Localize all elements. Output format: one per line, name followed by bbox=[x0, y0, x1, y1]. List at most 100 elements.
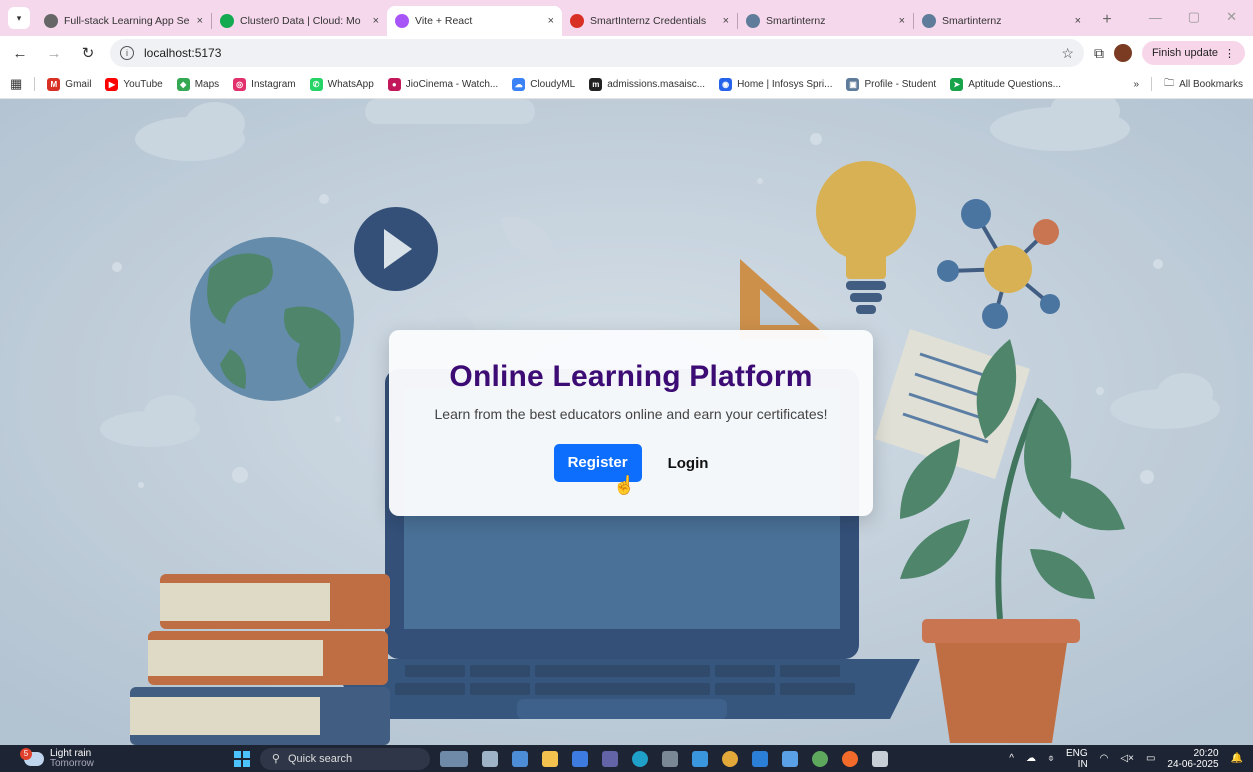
taskbar-search[interactable]: ⚲ Quick search bbox=[259, 747, 430, 770]
bookmark-star-icon[interactable]: ☆ bbox=[1061, 45, 1074, 62]
bookmark-item[interactable]: ◆ Maps bbox=[176, 77, 219, 91]
tab-search-button[interactable]: ▾ bbox=[8, 7, 30, 29]
apps-grid-icon[interactable]: ▦ bbox=[10, 76, 22, 92]
clock[interactable]: 20:20 24-06-2025 bbox=[1167, 748, 1218, 770]
tab-strip: ▾ Full-stack Learning App Se × Cluster0 Da… bbox=[0, 0, 1253, 36]
bookmark-label: WhatsApp bbox=[327, 78, 374, 90]
bookmark-label: Profile - Student bbox=[864, 78, 937, 90]
bookmark-item[interactable]: m admissions.masaisc... bbox=[589, 77, 706, 91]
extensions-icon[interactable]: ⧉ bbox=[1094, 45, 1104, 62]
calculator-icon[interactable] bbox=[661, 750, 678, 767]
finish-update-label: Finish update bbox=[1151, 47, 1218, 59]
task-view-icon[interactable] bbox=[481, 750, 498, 767]
tab-1[interactable]: Cluster0 Data | Cloud: Mo × bbox=[212, 6, 387, 36]
bookmark-label: Aptitude Questions... bbox=[968, 78, 1062, 90]
edge-icon[interactable] bbox=[631, 750, 648, 767]
all-bookmarks-button[interactable]: 🗀 All Bookmarks bbox=[1164, 76, 1243, 93]
bookmark-label: Instagram bbox=[251, 78, 296, 90]
tabs: Full-stack Learning App Se × Cluster0 Data… bbox=[36, 6, 1089, 36]
battery-icon[interactable]: ▭ bbox=[1146, 753, 1155, 764]
bookmark-item[interactable]: ◉ Home | Infosys Spri... bbox=[719, 77, 832, 91]
close-tab-icon[interactable]: × bbox=[899, 15, 905, 27]
reload-icon: ↻ bbox=[81, 45, 95, 62]
close-tab-icon[interactable]: × bbox=[197, 15, 203, 27]
finish-update-button[interactable]: Finish update ⋮ bbox=[1141, 41, 1245, 65]
system-tray: ^ ☁ ⌽ ENG IN ◠ ◁× ▭ 20:20 24-06-2025 🔔 bbox=[1009, 748, 1253, 770]
bookmark-label: admissions.masaisc... bbox=[607, 78, 706, 90]
forward-button[interactable]: → bbox=[42, 41, 66, 65]
vscode-icon[interactable] bbox=[751, 750, 768, 767]
folder-icon: 🗀 bbox=[1164, 77, 1175, 89]
minimize-icon[interactable]: — bbox=[1149, 10, 1162, 25]
browser-chrome: ▾ Full-stack Learning App Se × Cluster0 Da… bbox=[0, 0, 1253, 99]
tab-title: Smartinternz bbox=[766, 15, 826, 27]
close-window-icon[interactable]: ✕ bbox=[1226, 9, 1237, 25]
maximize-icon[interactable]: ▢ bbox=[1188, 9, 1200, 25]
copilot-icon[interactable] bbox=[511, 750, 528, 767]
volume-icon[interactable]: ◁× bbox=[1120, 753, 1134, 764]
lang-code: ENG bbox=[1066, 747, 1088, 759]
reload-button[interactable]: ↻ bbox=[76, 41, 100, 65]
back-button[interactable]: ← bbox=[8, 41, 32, 65]
bookmark-item[interactable]: ▣ Profile - Student bbox=[846, 77, 937, 91]
bookmark-item[interactable]: ☁ CloudyML bbox=[512, 77, 575, 91]
tab-3[interactable]: SmartInternz Credentials × bbox=[562, 6, 737, 36]
url-text[interactable]: localhost:5173 bbox=[144, 46, 221, 60]
chevron-up-icon[interactable]: ^ bbox=[1009, 753, 1014, 764]
globe-icon bbox=[44, 14, 58, 28]
gmail-icon: M bbox=[47, 77, 61, 91]
bookmark-list: M Gmail ▶ YouTube ◆ Maps ◎ Instagram ✆ WhatsApp ● J… bbox=[47, 77, 1062, 91]
search-placeholder: Quick search bbox=[287, 752, 353, 765]
close-tab-icon[interactable]: × bbox=[723, 15, 729, 27]
aptitude-icon: ➤ bbox=[950, 77, 964, 91]
instagram-icon: ◎ bbox=[233, 77, 247, 91]
bookmarks-overflow-button[interactable]: » bbox=[1134, 79, 1140, 90]
store-icon[interactable] bbox=[571, 750, 588, 767]
teams-icon[interactable] bbox=[601, 750, 618, 767]
microphone-icon[interactable]: ⌽ bbox=[1048, 753, 1054, 764]
weather-condition: Light rain bbox=[50, 747, 92, 759]
file-explorer-icon[interactable] bbox=[541, 750, 558, 767]
chrome-alt-icon[interactable] bbox=[811, 750, 828, 767]
bookmark-item[interactable]: ▶ YouTube bbox=[105, 77, 163, 91]
tab-2[interactable]: Vite + React × bbox=[387, 6, 562, 36]
bookmark-item[interactable]: ➤ Aptitude Questions... bbox=[950, 77, 1062, 91]
close-tab-icon[interactable]: × bbox=[373, 15, 379, 27]
new-tab-button[interactable]: + bbox=[1095, 8, 1119, 32]
bookmark-label: JioCinema - Watch... bbox=[405, 78, 499, 90]
tab-5[interactable]: Smartinternz × bbox=[914, 6, 1089, 36]
widgets-icon[interactable] bbox=[439, 750, 468, 767]
notepad-icon[interactable] bbox=[781, 750, 798, 767]
bookmark-item[interactable]: M Gmail bbox=[47, 77, 91, 91]
snipping-tool-icon[interactable] bbox=[871, 750, 888, 767]
brave-icon[interactable] bbox=[841, 750, 858, 767]
bookmark-label: YouTube bbox=[123, 78, 163, 90]
whatsapp-icon: ✆ bbox=[309, 77, 323, 91]
login-button[interactable]: Login bbox=[668, 455, 709, 472]
weather-widget[interactable]: 5 Light rain Tomorrow bbox=[20, 747, 94, 769]
start-button[interactable] bbox=[233, 750, 250, 767]
address-bar[interactable]: i localhost:5173 ☆ bbox=[110, 39, 1084, 67]
tab-4[interactable]: Smartinternz × bbox=[738, 6, 913, 36]
site-info-icon[interactable]: i bbox=[120, 46, 134, 60]
tab-title: SmartInternz Credentials bbox=[590, 15, 707, 27]
chrome-icon[interactable] bbox=[721, 750, 738, 767]
language-indicator[interactable]: ENG IN bbox=[1066, 748, 1088, 770]
tab-0[interactable]: Full-stack Learning App Se × bbox=[36, 6, 211, 36]
taskbar-apps bbox=[439, 750, 888, 767]
tab-title: Full-stack Learning App Se bbox=[64, 15, 190, 27]
notification-icon[interactable]: 🔔 bbox=[1231, 753, 1243, 764]
bookmark-item[interactable]: ◎ Instagram bbox=[233, 77, 296, 91]
bookmark-item[interactable]: ✆ WhatsApp bbox=[309, 77, 374, 91]
close-tab-icon[interactable]: × bbox=[548, 15, 554, 27]
vite-icon bbox=[395, 14, 409, 28]
close-tab-icon[interactable]: × bbox=[1075, 15, 1081, 27]
wifi-icon[interactable]: ◠ bbox=[1100, 753, 1109, 764]
bookmark-item[interactable]: ● JioCinema - Watch... bbox=[387, 77, 499, 91]
onedrive-icon[interactable]: ☁ bbox=[1026, 753, 1036, 764]
mongodb-icon bbox=[220, 14, 234, 28]
windows-taskbar: 5 Light rain Tomorrow ⚲ Quick search ^ ☁… bbox=[0, 745, 1253, 772]
avatar[interactable] bbox=[1113, 44, 1132, 62]
mail-icon[interactable] bbox=[691, 750, 708, 767]
all-bookmarks-label: All Bookmarks bbox=[1179, 78, 1243, 90]
